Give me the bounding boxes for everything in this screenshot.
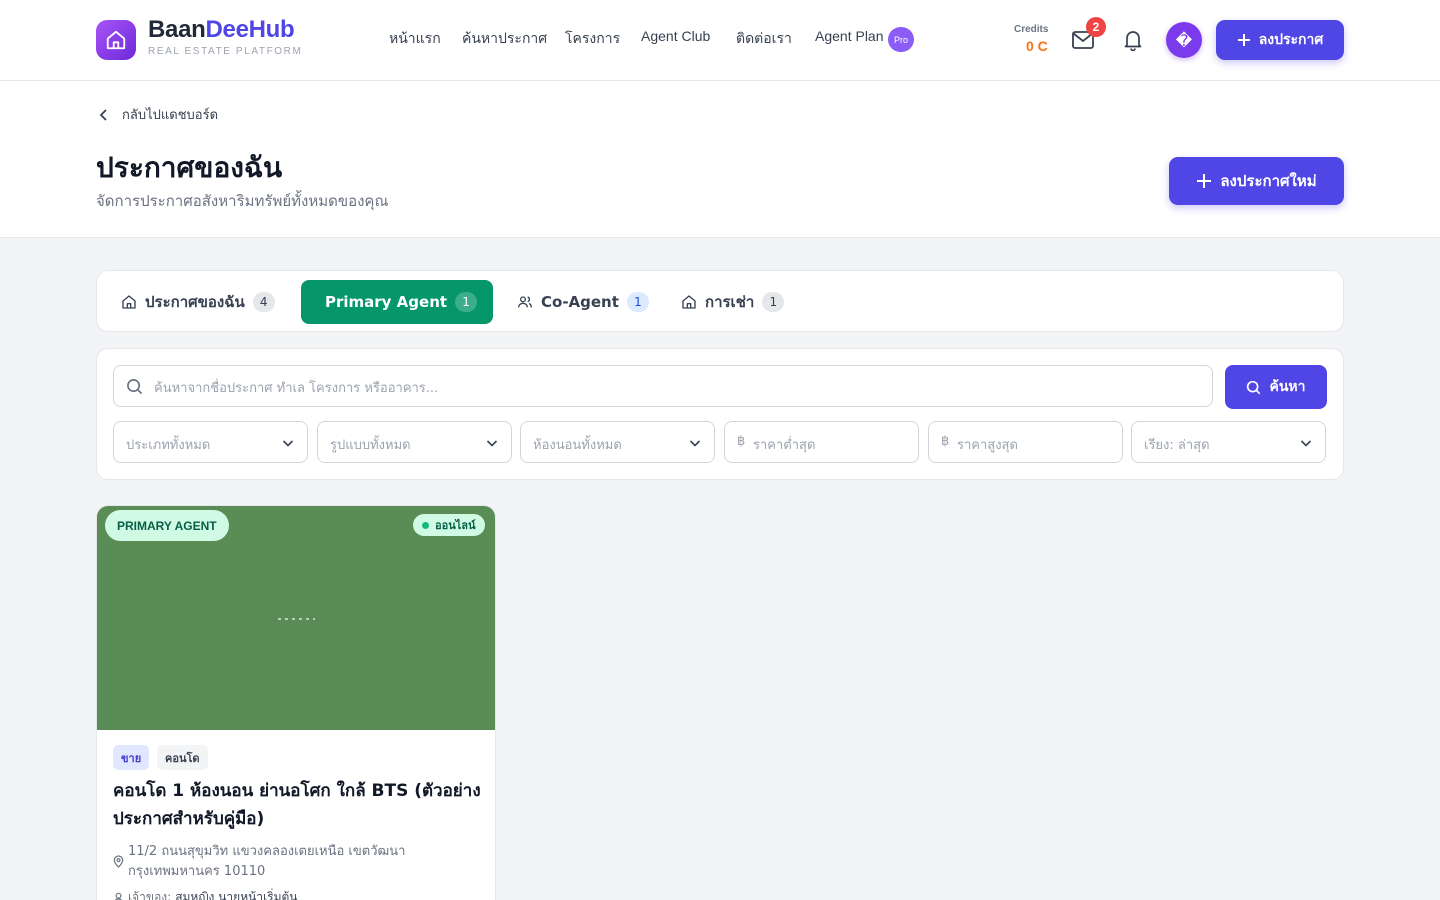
property-type-select[interactable]: ประเภททั้งหมด (113, 421, 308, 463)
tab-label: Co-Agent (541, 293, 619, 311)
listing-tabs: ประกาศของฉัน 4 Primary Agent 1 Co-Agent … (96, 270, 1344, 332)
tab-label: การเช่า (705, 293, 755, 311)
new-listing-button[interactable]: ลงประกาศใหม่ (1169, 157, 1344, 205)
mail-count-badge: 2 (1086, 17, 1106, 37)
min-price-placeholder: ราคาต่ำสุด (753, 438, 816, 453)
min-price-input[interactable]: ฿ ราคาต่ำสุด (724, 421, 919, 463)
nav-projects[interactable]: โครงการ (565, 28, 620, 50)
property-type-tag: คอนโด (157, 745, 208, 770)
max-price-placeholder: ราคาสูงสุด (957, 438, 1018, 453)
new-listing-label: ลงประกาศใหม่ (1220, 172, 1317, 190)
search-placeholder: ค้นหาจากชื่อประกาศ ทำเล โครงการ หรืออาคา… (154, 381, 439, 396)
image-loading-placeholder (278, 618, 315, 620)
page-title: ประกาศของฉัน (96, 151, 283, 184)
tab-my-listings[interactable]: ประกาศของฉัน 4 (105, 280, 291, 324)
search-icon (1247, 380, 1261, 394)
select-value: เรียง: ล่าสุด (1144, 438, 1210, 453)
search-icon (126, 378, 143, 399)
select-value: รูปแบบทั้งหมด (330, 438, 411, 453)
chevron-down-icon (689, 440, 701, 447)
tab-count: 1 (626, 292, 649, 312)
back-to-dashboard-link[interactable]: กลับไปแดชบอร์ด (96, 104, 218, 125)
listing-owner: เจ้าของ: สมหญิง นายหน้าเริ่มต้น (113, 888, 298, 900)
tab-label: ประกาศของฉัน (145, 293, 245, 311)
listing-image[interactable]: PRIMARY AGENT ออนไลน์ (97, 506, 495, 730)
select-value: ห้องนอนทั้งหมด (533, 438, 622, 453)
search-button-label: ค้นหา (1269, 379, 1306, 395)
plus-icon (1197, 174, 1212, 188)
tab-label: Primary Agent (325, 293, 448, 311)
map-pin-icon (113, 855, 124, 868)
plus-icon (1237, 34, 1250, 46)
tab-count: 1 (455, 292, 478, 312)
bell-icon[interactable] (1122, 28, 1144, 52)
chevron-down-icon (486, 440, 498, 447)
listing-title[interactable]: คอนโด 1 ห้องนอน ย่านอโศก ใกล้ BTS (ตัวอย… (113, 777, 485, 833)
deal-type-tag: ขาย (113, 745, 150, 770)
tab-count: 1 (762, 292, 785, 312)
chevron-down-icon (282, 440, 294, 447)
brand-name-part2: DeeHub (205, 16, 295, 43)
online-status-badge: ออนไลน์ (413, 514, 485, 536)
chevron-down-icon (1300, 440, 1312, 447)
pro-badge: Pro (888, 27, 914, 52)
primary-agent-badge: PRIMARY AGENT (105, 510, 229, 541)
home-icon (682, 295, 696, 309)
nav-agent-plan[interactable]: Agent Plan (815, 28, 884, 44)
brand-name[interactable]: BaanDeeHub (148, 16, 295, 44)
nav-contact[interactable]: ติดต่อเรา (736, 28, 792, 50)
listing-card[interactable]: PRIMARY AGENT ออนไลน์ ขาย คอนโด คอนโด 1 … (96, 505, 496, 900)
users-icon (518, 296, 532, 308)
page-subtitle: จัดการประกาศอสังหาริมทรัพย์ทั้งหมดของคุณ (96, 192, 389, 210)
owner-label: เจ้าของ: (128, 890, 172, 900)
bedrooms-select[interactable]: ห้องนอนทั้งหมด (520, 421, 715, 463)
select-value: ประเภททั้งหมด (126, 438, 211, 453)
chevron-left-icon (99, 108, 107, 121)
brand-name-part1: Baan (148, 16, 206, 43)
search-input[interactable]: ค้นหาจากชื่อประกาศ ทำเล โครงการ หรืออาคา… (113, 365, 1213, 407)
tab-rentals[interactable]: การเช่า 1 (665, 280, 800, 324)
avatar[interactable]: � (1166, 22, 1202, 58)
max-price-input[interactable]: ฿ ราคาสูงสุด (928, 421, 1123, 463)
tab-co-agent[interactable]: Co-Agent 1 (501, 280, 665, 324)
nav-agent-club[interactable]: Agent Club (641, 28, 710, 44)
tab-count: 4 (252, 292, 275, 312)
nav-search-listings[interactable]: ค้นหาประกาศ (462, 28, 547, 50)
status-label: ออนไลน์ (435, 519, 476, 532)
currency-symbol: ฿ (737, 434, 746, 449)
logo-icon[interactable] (96, 20, 136, 60)
nav-home[interactable]: หน้าแรก (389, 28, 441, 50)
listing-format-select[interactable]: รูปแบบทั้งหมด (317, 421, 512, 463)
status-dot-icon (422, 521, 429, 529)
sort-select[interactable]: เรียง: ล่าสุด (1131, 421, 1326, 463)
brand-tagline: REAL ESTATE PLATFORM (148, 46, 303, 57)
currency-symbol: ฿ (941, 434, 950, 449)
tab-primary-agent[interactable]: Primary Agent 1 (301, 280, 493, 324)
user-icon (114, 892, 123, 900)
home-icon (122, 295, 136, 309)
post-listing-button[interactable]: ลงประกาศ (1216, 20, 1344, 60)
post-listing-label: ลงประกาศ (1258, 32, 1324, 48)
credits-label: Credits (1014, 24, 1049, 35)
owner-name: สมหญิง นายหน้าเริ่มต้น (175, 890, 298, 900)
back-label: กลับไปแดชบอร์ด (122, 108, 219, 123)
search-button[interactable]: ค้นหา (1225, 365, 1327, 409)
credits-value: 0 C (1026, 38, 1048, 54)
listing-address: 11/2 ถนนสุขุมวิท แขวงคลองเตยเหนือ เขตวัฒ… (128, 844, 406, 879)
